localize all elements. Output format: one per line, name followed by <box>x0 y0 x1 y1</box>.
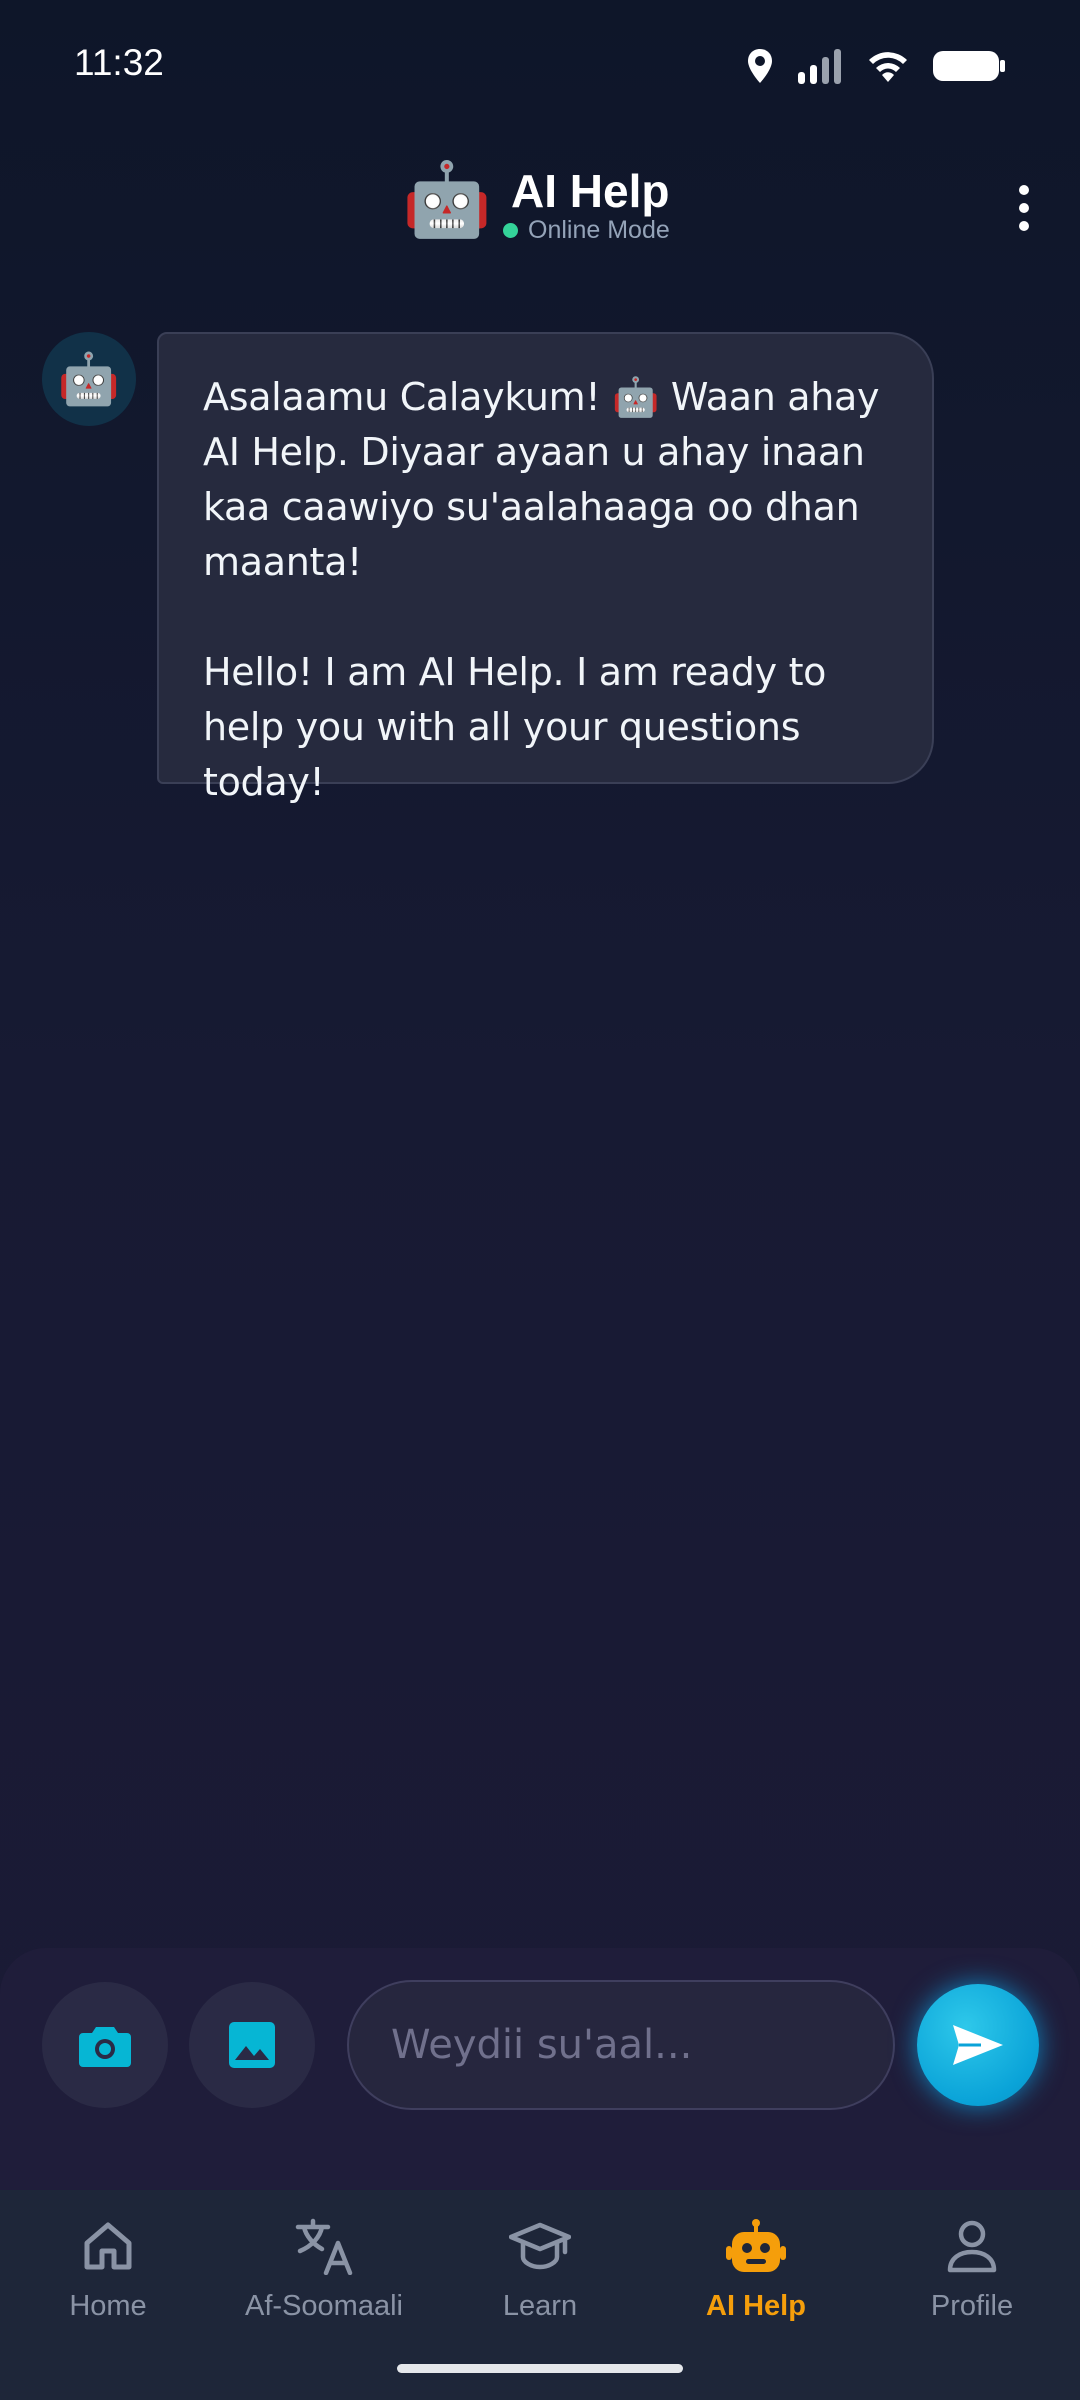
status-bar: 11:32 <box>0 0 1080 130</box>
gallery-button[interactable] <box>189 1982 315 2108</box>
robot-icon <box>726 2219 786 2272</box>
message-paragraph-somali: Asalaamu Calaykum! 🤖 Waan ahay AI Help. … <box>203 375 880 584</box>
message-composer <box>0 1948 1080 2190</box>
nav-label-learn: Learn <box>502 2290 578 2322</box>
translate-icon <box>295 2218 353 2275</box>
send-icon <box>953 2025 1003 2065</box>
nav-label-af-soomaali: Af-Soomaali <box>245 2290 403 2322</box>
nav-label-profile: Profile <box>930 2290 1014 2322</box>
location-icon <box>748 49 772 83</box>
nav-item-af-soomaali[interactable]: Af-Soomaali <box>224 2210 424 2350</box>
graduation-cap-icon <box>509 2222 571 2270</box>
page-title: AI Help <box>511 165 670 217</box>
camera-button[interactable] <box>42 1982 168 2108</box>
nav-label-home: Home <box>69 2290 147 2322</box>
assistant-avatar: 🤖 <box>402 160 492 240</box>
online-indicator <box>503 223 518 238</box>
bot-avatar: 🤖 <box>42 332 136 426</box>
nav-item-learn[interactable]: Learn <box>440 2210 640 2350</box>
connection-status: Online Mode <box>503 216 670 245</box>
user-icon <box>947 2220 997 2273</box>
more-options-button[interactable] <box>992 172 1056 244</box>
nav-item-ai-help[interactable]: AI Help <box>656 2210 856 2350</box>
signal-icon <box>798 49 841 84</box>
home-indicator[interactable] <box>397 2364 683 2373</box>
chat-header: 🤖 AI Help Online Mode <box>0 150 1080 260</box>
message-paragraph-english: Hello! I am AI Help. I am ready to help … <box>203 650 827 804</box>
wifi-icon <box>869 52 907 82</box>
camera-icon <box>79 2027 131 2067</box>
more-vertical-icon <box>1019 185 1029 195</box>
battery-icon <box>933 51 1005 81</box>
message-input[interactable] <box>347 1980 895 2110</box>
screen: 11:32 🤖 AI Help Online Mode 🤖 Asalaamu C… <box>0 0 1080 2400</box>
status-time: 11:32 <box>74 42 164 83</box>
status-icons <box>746 44 1006 88</box>
nav-item-home[interactable]: Home <box>8 2210 208 2350</box>
image-icon <box>229 2022 275 2068</box>
status-text: Online Mode <box>528 216 670 244</box>
message-bubble: Asalaamu Calaykum! 🤖 Waan ahay AI Help. … <box>157 332 934 804</box>
nav-label-ai-help: AI Help <box>706 2290 806 2322</box>
send-button[interactable] <box>917 1984 1039 2106</box>
nav-item-profile[interactable]: Profile <box>872 2210 1072 2350</box>
home-icon <box>84 2222 132 2270</box>
